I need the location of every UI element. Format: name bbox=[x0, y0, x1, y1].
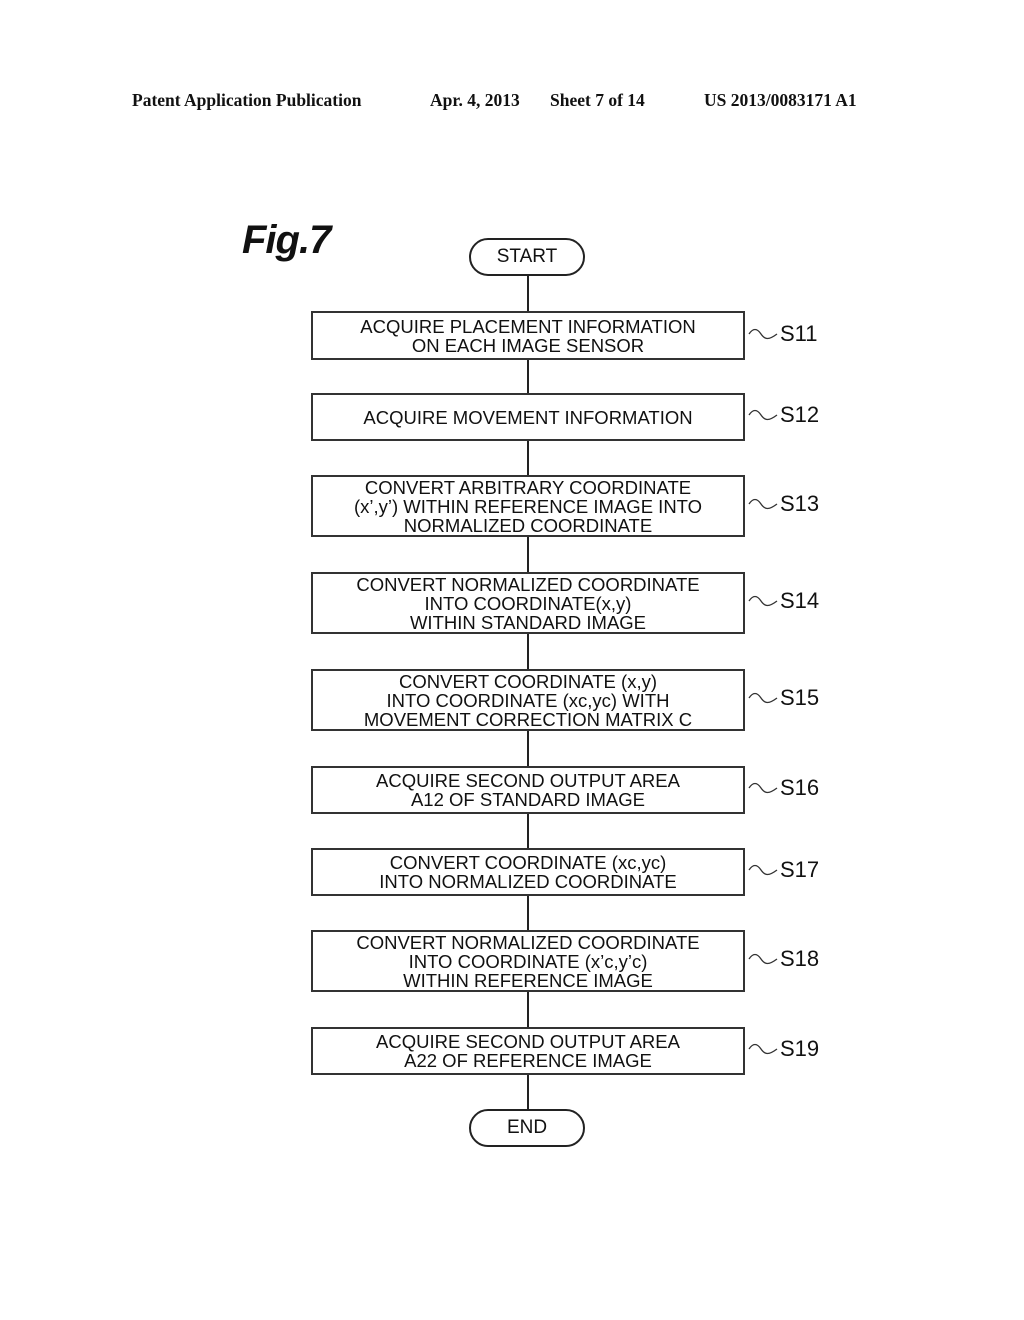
start-terminal: START bbox=[469, 238, 585, 276]
process-step-box: CONVERT ARBITRARY COORDINATE (x’,y’) WITH… bbox=[311, 475, 745, 537]
step-text-line: CONVERT COORDINATE (xc,yc) bbox=[389, 852, 667, 873]
step-text-line: ACQUIRE MOVEMENT INFORMATION bbox=[363, 406, 693, 428]
step-id: S15 bbox=[780, 685, 820, 710]
leader-squiggle-icon bbox=[748, 1043, 778, 1055]
leader-squiggle-icon bbox=[748, 409, 778, 421]
process-step-box: ACQUIRE PLACEMENT INFORMATION ON EACH IMA… bbox=[311, 311, 745, 360]
step-label: S12 bbox=[748, 400, 819, 430]
step-text-line: CONVERT ARBITRARY COORDINATE bbox=[364, 476, 692, 498]
process-step-box: CONVERT NORMALIZED COORDINATE INTO COORDI… bbox=[311, 930, 745, 992]
connector-line bbox=[527, 276, 529, 312]
process-step-box: ACQUIRE SECOND OUTPUT AREA A12 OF STANDAR… bbox=[311, 766, 745, 814]
step-id: S18 bbox=[780, 946, 820, 971]
step-text-line: MOVEMENT CORRECTION MATRIX C bbox=[363, 708, 693, 730]
step-label: S17 bbox=[748, 855, 819, 885]
step-label: S19 bbox=[748, 1034, 819, 1064]
leader-squiggle-icon bbox=[748, 953, 778, 965]
patent-header: Patent Application Publication Apr. 4, 2… bbox=[132, 90, 882, 112]
step-id: S16 bbox=[780, 775, 820, 800]
step-label: S18 bbox=[748, 944, 819, 974]
leader-squiggle-icon bbox=[748, 595, 778, 607]
publication-type: Patent Application Publication bbox=[132, 90, 362, 110]
figure-title: Fig.7 bbox=[242, 218, 331, 262]
step-text-line: WITHIN STANDARD IMAGE bbox=[409, 611, 647, 633]
connector-line bbox=[527, 536, 529, 573]
step-id: S17 bbox=[780, 857, 820, 882]
step-label: S15 bbox=[748, 683, 819, 713]
publication-number: US 2013/0083171 A1 bbox=[704, 90, 857, 110]
step-text-line: ON EACH IMAGE SENSOR bbox=[411, 334, 645, 356]
connector-line bbox=[527, 730, 529, 767]
step-text-line: INTO COORDINATE(x,y) bbox=[424, 592, 632, 614]
step-id: S12 bbox=[780, 402, 820, 427]
step-text-line: A12 OF STANDARD IMAGE bbox=[410, 789, 646, 810]
step-text-line: CONVERT NORMALIZED COORDINATE bbox=[356, 573, 700, 595]
connector-line bbox=[527, 812, 529, 849]
step-text-line: (x’,y’) WITHIN REFERENCE IMAGE INTO bbox=[353, 495, 703, 517]
end-terminal: END bbox=[469, 1109, 585, 1147]
step-text-line: NORMALIZED COORDINATE bbox=[403, 514, 653, 536]
step-text-line: ACQUIRE SECOND OUTPUT AREA bbox=[376, 770, 680, 791]
leader-squiggle-icon bbox=[748, 692, 778, 704]
step-text-line: A22 OF REFERENCE IMAGE bbox=[404, 1050, 652, 1071]
step-id: S11 bbox=[780, 320, 818, 346]
step-text-line: INTO NORMALIZED COORDINATE bbox=[379, 871, 677, 892]
step-id: S14 bbox=[780, 588, 820, 613]
step-label: S16 bbox=[748, 773, 819, 803]
sheet-number: Sheet 7 of 14 bbox=[550, 90, 645, 110]
step-text-line: CONVERT NORMALIZED COORDINATE bbox=[356, 931, 700, 953]
process-step-box: CONVERT COORDINATE (x,y) INTO COORDINATE … bbox=[311, 669, 745, 731]
connector-line bbox=[527, 991, 529, 1028]
process-step-box: ACQUIRE MOVEMENT INFORMATION bbox=[311, 393, 745, 441]
leader-squiggle-icon bbox=[748, 498, 778, 510]
process-step-box: CONVERT NORMALIZED COORDINATE INTO COORDI… bbox=[311, 572, 745, 634]
connector-line bbox=[527, 1074, 529, 1110]
leader-squiggle-icon bbox=[748, 782, 778, 794]
process-step-box: ACQUIRE SECOND OUTPUT AREA A22 OF REFEREN… bbox=[311, 1027, 745, 1075]
connector-line bbox=[527, 358, 529, 394]
step-label: S13 bbox=[748, 489, 819, 519]
leader-squiggle-icon bbox=[748, 328, 778, 339]
step-id: S19 bbox=[780, 1036, 820, 1061]
connector-line bbox=[527, 894, 529, 931]
step-text-line: WITHIN REFERENCE IMAGE bbox=[403, 969, 653, 991]
connector-line bbox=[527, 440, 529, 476]
connector-line bbox=[527, 633, 529, 670]
process-step-box: CONVERT COORDINATE (xc,yc) INTO NORMALIZE… bbox=[311, 848, 745, 896]
publication-date: Apr. 4, 2013 bbox=[430, 90, 520, 110]
step-label: S14 bbox=[748, 586, 819, 616]
step-text-line: INTO COORDINATE (xc,yc) WITH bbox=[386, 689, 670, 711]
step-id: S13 bbox=[780, 491, 820, 516]
step-text-line: ACQUIRE SECOND OUTPUT AREA bbox=[376, 1031, 680, 1052]
step-text-line: INTO COORDINATE (x’c,y’c) bbox=[408, 950, 648, 972]
step-label: S11 bbox=[748, 319, 818, 349]
step-text-line: CONVERT COORDINATE (x,y) bbox=[399, 670, 657, 692]
leader-squiggle-icon bbox=[748, 864, 778, 876]
step-text-line: ACQUIRE PLACEMENT INFORMATION bbox=[360, 315, 696, 337]
